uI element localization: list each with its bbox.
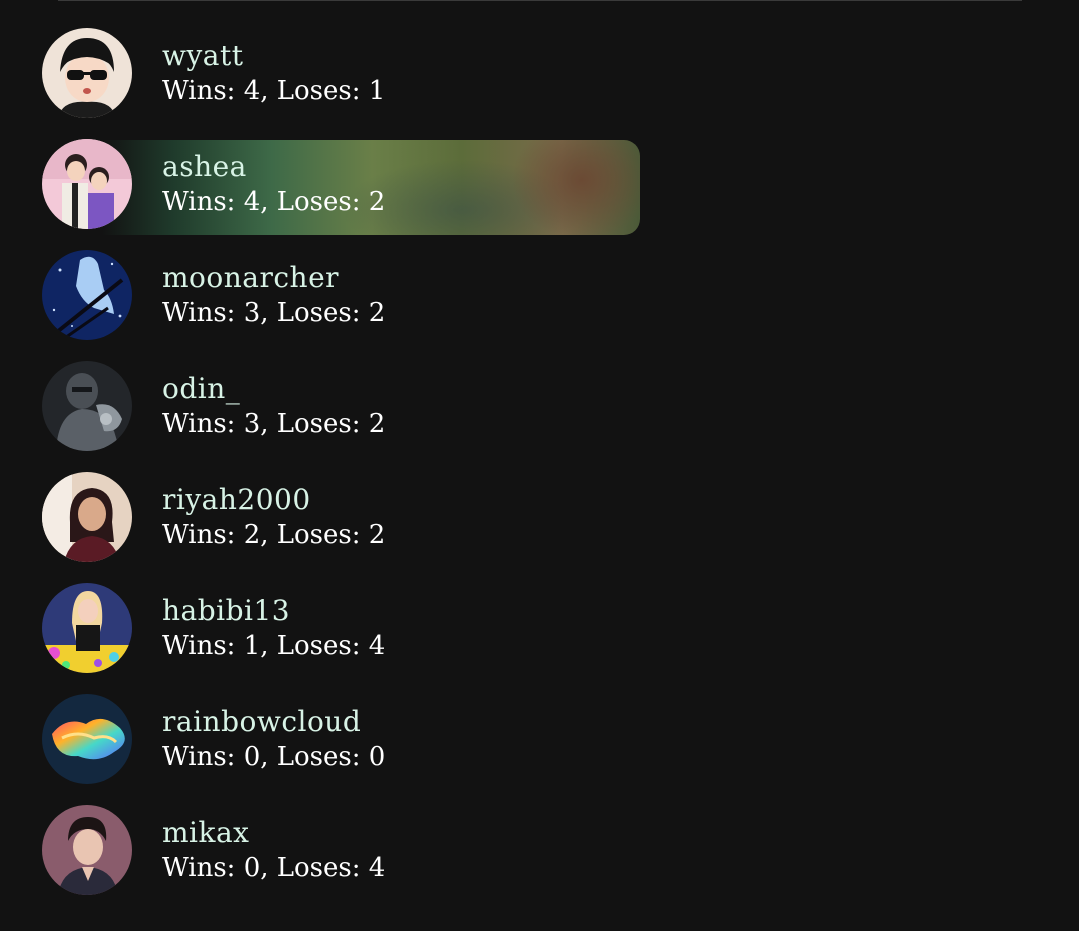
player-stats: Wins: 2, Loses: 2 [162,520,386,550]
avatar-archer-icon[interactable] [42,250,132,340]
avatar-man-portrait-icon[interactable] [42,805,132,895]
player-name: wyatt [162,39,244,72]
list-item[interactable]: riyah2000 Wins: 2, Loses: 2 [42,472,1042,562]
leaderboard-list: wyatt Wins: 4, Loses: 1 ashea Wins: 4, L… [42,28,1042,916]
avatar-woman-selfie-icon[interactable] [42,472,132,562]
player-stats: Wins: 1, Loses: 4 [162,631,386,661]
list-item[interactable]: habibi13 Wins: 1, Loses: 4 [42,583,1042,673]
player-stats: Wins: 0, Loses: 4 [162,853,386,883]
avatar-party-woman-icon[interactable] [42,583,132,673]
avatar-sunglasses-boy-icon[interactable] [42,28,132,118]
top-divider [58,0,1022,1]
player-name: ashea [162,150,247,183]
list-item-selected[interactable]: ashea Wins: 4, Loses: 2 [42,139,1042,235]
player-stats: Wins: 3, Loses: 2 [162,298,386,328]
player-stats: Wins: 4, Loses: 1 [162,76,386,106]
player-stats: Wins: 0, Loses: 0 [162,742,386,772]
avatar-rainbow-cloud-icon[interactable] [42,694,132,784]
player-name: mikax [162,816,250,849]
player-name: odin_ [162,372,241,405]
list-item[interactable]: wyatt Wins: 4, Loses: 1 [42,28,1042,118]
list-item[interactable]: odin_ Wins: 3, Loses: 2 [42,361,1042,451]
list-item[interactable]: moonarcher Wins: 3, Loses: 2 [42,250,1042,340]
player-stats: Wins: 3, Loses: 2 [162,409,386,439]
player-name: riyah2000 [162,483,311,516]
list-item[interactable]: rainbowcloud Wins: 0, Loses: 0 [42,694,1042,784]
player-stats: Wins: 4, Loses: 2 [162,187,386,217]
player-name: rainbowcloud [162,705,362,738]
player-name: habibi13 [162,594,291,627]
player-name: moonarcher [162,261,340,294]
avatar-couple-icon[interactable] [42,139,132,229]
avatar-armored-knight-icon[interactable] [42,361,132,451]
list-item[interactable]: mikax Wins: 0, Loses: 4 [42,805,1042,895]
